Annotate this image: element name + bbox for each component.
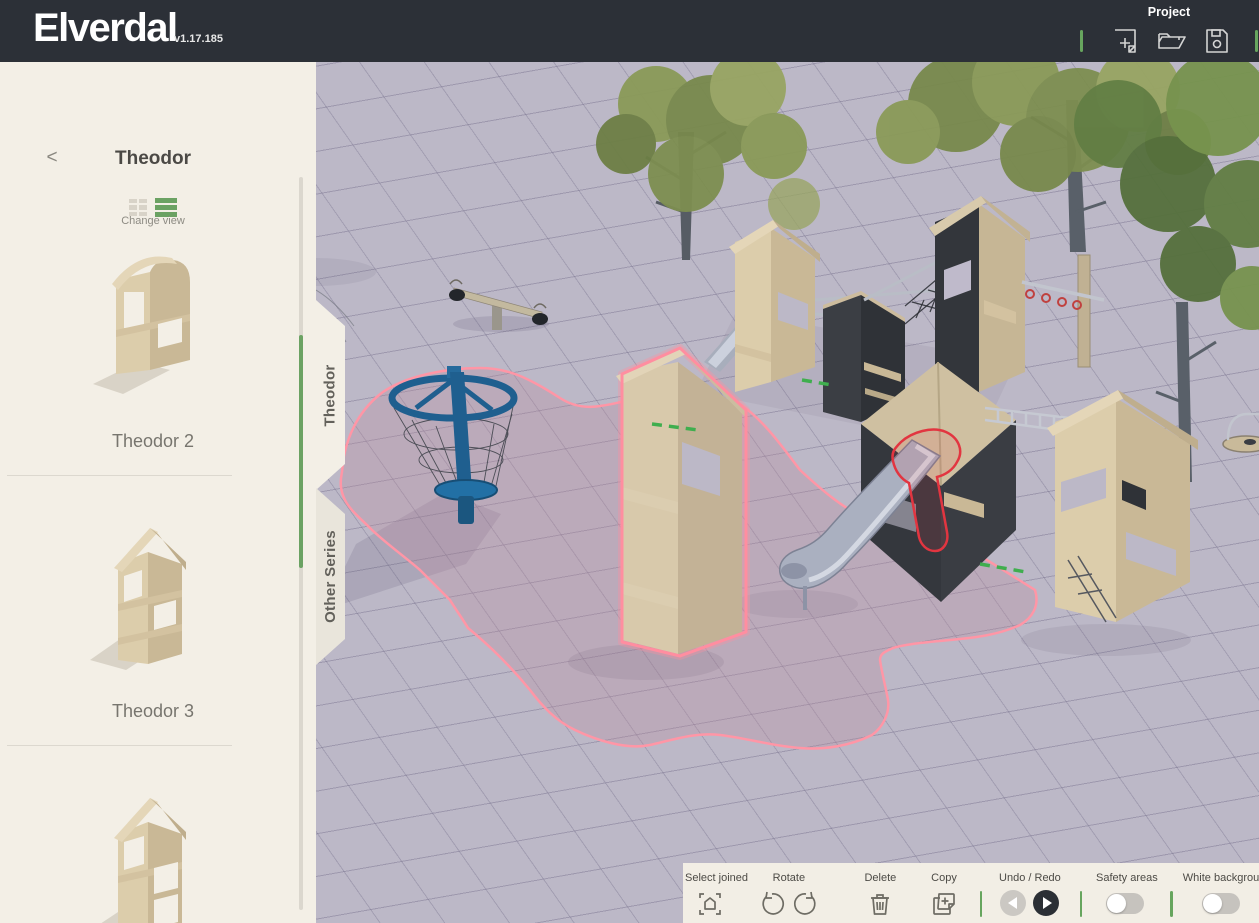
trash-icon	[867, 906, 893, 921]
delete-button[interactable]	[866, 890, 894, 918]
product-label: Theodor 2	[20, 431, 286, 452]
sidebar-scrollbar-thumb[interactable]	[299, 335, 303, 568]
redo-button[interactable]	[1033, 890, 1059, 916]
toolbar-divider	[980, 891, 982, 917]
safety-areas-label: Safety areas	[1096, 872, 1154, 884]
undo-button[interactable]	[1000, 890, 1026, 916]
undo-redo-group: Undo / Redo	[998, 863, 1061, 923]
product-list: Theodor 2 T	[0, 234, 306, 923]
rotate-cw-button[interactable]	[792, 890, 820, 918]
app-header: Elverdal v1.17.185 Project	[0, 0, 1259, 62]
list-item-theodor-4[interactable]: Theodor 4	[20, 774, 286, 923]
delete-label: Delete	[863, 872, 899, 884]
white-background-label: White background	[1183, 872, 1259, 884]
select-joined-icon	[696, 906, 724, 921]
project-label: Project	[1138, 5, 1200, 19]
play-tower-topleft[interactable]	[704, 220, 820, 392]
open-project-button[interactable]	[1156, 26, 1184, 56]
toggle-knob	[1203, 894, 1222, 913]
carousel[interactable]	[1223, 414, 1259, 452]
white-background-group: White background	[1183, 863, 1259, 923]
play-tower-right[interactable]	[1047, 390, 1198, 622]
delete-group: Delete	[863, 863, 899, 923]
safety-areas-toggle[interactable]	[1106, 893, 1144, 914]
save-project-button[interactable]	[1203, 26, 1231, 56]
toggle-knob	[1107, 894, 1126, 913]
elverdal-app: Elverdal v1.17.185 Project	[0, 0, 1259, 923]
sidebar-title: Theodor	[0, 148, 306, 170]
select-joined-button[interactable]	[696, 890, 724, 918]
product-thumbnail	[78, 782, 228, 923]
selected-tower[interactable]	[616, 348, 746, 656]
product-thumbnail	[78, 242, 228, 422]
ring-beam[interactable]	[1022, 255, 1104, 367]
list-divider	[7, 745, 232, 746]
safety-areas-group: Safety areas	[1096, 863, 1154, 923]
app-logo: Elverdal	[33, 6, 177, 51]
tab-label: Theodor	[322, 364, 339, 426]
white-background-toggle[interactable]	[1202, 893, 1240, 914]
rotate-group: Rotate	[757, 863, 820, 923]
folder-open-icon	[1156, 44, 1186, 59]
list-view-icon[interactable]	[155, 198, 177, 217]
toolbar-divider	[1080, 891, 1082, 917]
list-item-theodor-2[interactable]: Theodor 2	[20, 234, 286, 504]
rotate-cw-icon	[792, 906, 820, 921]
save-floppy-icon	[1203, 44, 1231, 59]
bottom-toolbar: Select joined Rotate	[683, 863, 1259, 923]
select-joined-label: Select joined	[685, 872, 735, 884]
undo-redo-label: Undo / Redo	[998, 872, 1061, 884]
copy-button[interactable]	[930, 890, 958, 918]
list-divider	[7, 475, 232, 476]
tab-other-series[interactable]: Other Series	[316, 488, 345, 665]
change-view-caption: Change view	[0, 215, 306, 227]
copy-label: Copy	[926, 872, 962, 884]
undo-icon	[1008, 897, 1017, 909]
select-joined-group: Select joined	[685, 863, 735, 923]
rotate-label: Rotate	[757, 872, 820, 884]
playground-scene	[316, 62, 1259, 923]
copy-icon	[930, 906, 958, 921]
grid-view-icon[interactable]	[129, 199, 147, 217]
header-divider	[1080, 30, 1083, 52]
copy-group: Copy	[926, 863, 962, 923]
app-version: v1.17.185	[174, 33, 223, 45]
new-project-button[interactable]	[1111, 26, 1139, 56]
rotate-ccw-icon	[758, 906, 786, 921]
tab-label: Other Series	[322, 530, 339, 623]
view-toggle	[0, 190, 306, 217]
product-sidebar: < Theodor Change view	[0, 62, 316, 923]
tab-theodor[interactable]: Theodor	[316, 300, 345, 490]
header-divider-right	[1255, 30, 1258, 52]
redo-icon	[1043, 897, 1052, 909]
dark-roof-tower-back[interactable]	[929, 196, 1030, 392]
sidebar-scrollbar-track[interactable]	[299, 177, 303, 910]
rotate-ccw-button[interactable]	[758, 890, 786, 918]
product-thumbnail	[78, 512, 228, 692]
design-canvas[interactable]	[316, 62, 1259, 923]
toolbar-divider	[1170, 891, 1172, 917]
product-label: Theodor 3	[20, 701, 286, 722]
list-item-theodor-3[interactable]: Theodor 3	[20, 504, 286, 774]
seesaw[interactable]	[449, 280, 549, 332]
